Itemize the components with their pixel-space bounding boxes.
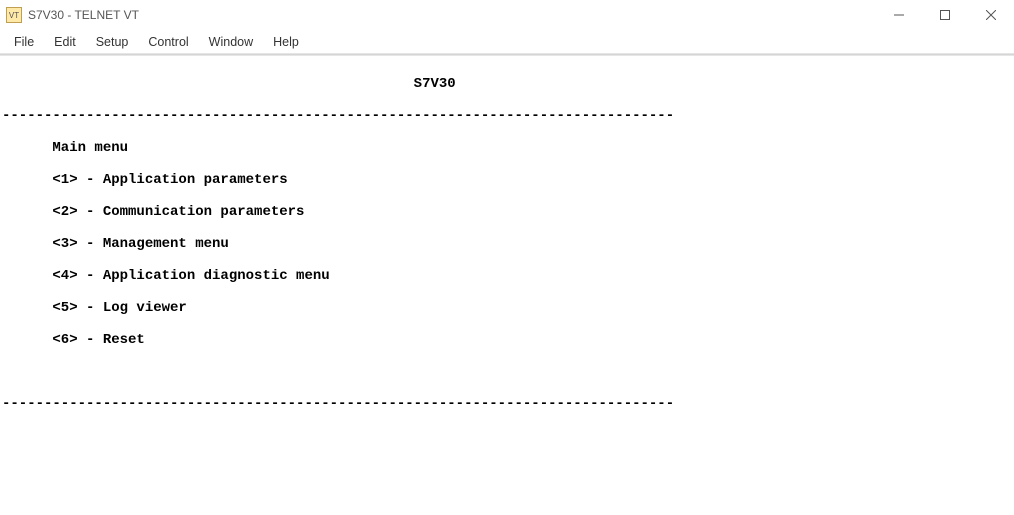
menu-help[interactable]: Help <box>263 32 309 52</box>
menu-setup[interactable]: Setup <box>86 32 139 52</box>
terminal[interactable]: S7V30 ----------------------------------… <box>0 56 1014 515</box>
close-button[interactable] <box>968 0 1014 30</box>
menu-control[interactable]: Control <box>138 32 198 52</box>
menu-file[interactable]: File <box>4 32 44 52</box>
menu-window[interactable]: Window <box>199 32 263 52</box>
menubar: File Edit Setup Control Window Help <box>0 30 1014 54</box>
maximize-button[interactable] <box>922 0 968 30</box>
window-title: S7V30 - TELNET VT <box>28 8 139 22</box>
hr-bottom: ----------------------------------------… <box>2 396 1012 412</box>
blank-line-2 <box>2 428 1012 444</box>
menu-edit[interactable]: Edit <box>44 32 86 52</box>
menu-item-1: <1> - Application parameters <box>2 172 1012 188</box>
blank-line-4 <box>2 492 1012 508</box>
titlebar: VT S7V30 - TELNET VT <box>0 0 1014 30</box>
blank-line-1 <box>2 364 1012 380</box>
menu-item-3: <3> - Management menu <box>2 236 1012 252</box>
minimize-button[interactable] <box>876 0 922 30</box>
blank-line-3 <box>2 460 1012 476</box>
menu-item-4: <4> - Application diagnostic menu <box>2 268 1012 284</box>
menu-item-5: <5> - Log viewer <box>2 300 1012 316</box>
main-menu-label: Main menu <box>2 140 1012 156</box>
menu-item-2: <2> - Communication parameters <box>2 204 1012 220</box>
menu-item-6: <6> - Reset <box>2 332 1012 348</box>
hr-top: ----------------------------------------… <box>2 108 1012 124</box>
banner-title: S7V30 <box>2 76 1012 92</box>
app-icon: VT <box>6 7 22 23</box>
app-icon-label: VT <box>9 11 19 20</box>
